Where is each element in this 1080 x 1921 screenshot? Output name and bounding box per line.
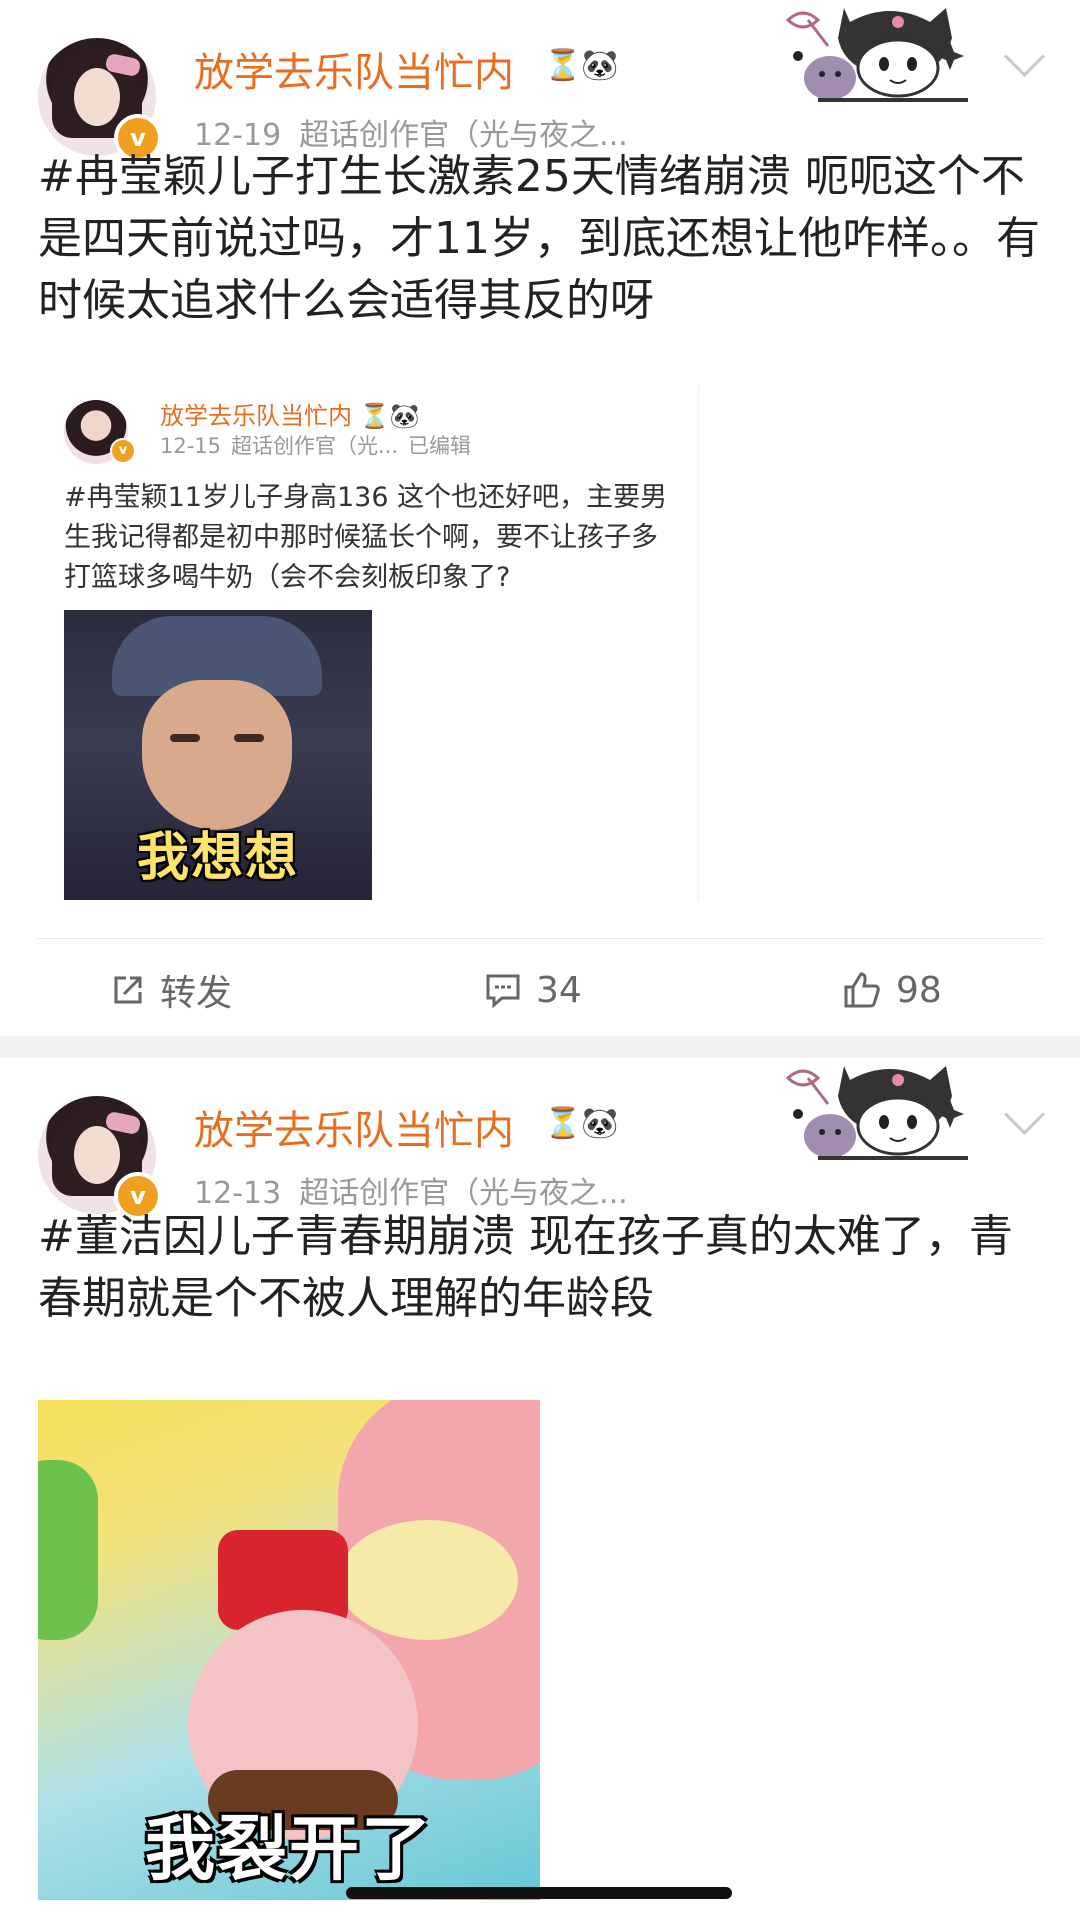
home-indicator[interactable] xyxy=(346,1887,732,1899)
username[interactable]: 放学去乐队当忙内 xyxy=(194,1098,514,1156)
like-button[interactable]: 98 xyxy=(842,960,942,1020)
thumbs-up-icon xyxy=(844,972,880,1008)
comment-count: 34 xyxy=(536,969,582,1011)
weibo-post: v 放学去乐队当忙内 ⏳🐼 12-13 超话创作官（光与夜之... #董洁因儿子青… xyxy=(0,1058,1080,1921)
chevron-down-icon[interactable] xyxy=(1003,1093,1046,1136)
quoted-date: 12-15 xyxy=(160,434,222,458)
username[interactable]: 放学去乐队当忙内 xyxy=(194,40,514,98)
repost-label: 转发 xyxy=(160,973,233,1014)
quoted-source: 超话创作官（光... xyxy=(231,434,399,458)
repost-button[interactable]: 转发 xyxy=(110,960,232,1020)
kuromi-sticker-icon xyxy=(785,8,968,102)
chevron-down-icon[interactable] xyxy=(1003,35,1046,78)
comment-icon xyxy=(486,974,520,1008)
verified-badge: v xyxy=(110,438,136,464)
post-separator xyxy=(0,1036,1080,1058)
quoted-post[interactable]: v 放学去乐队当忙内 ⏳🐼 12-15 超话创作官（光... 已编辑 #冉莹颖11岁… xyxy=(38,386,699,901)
post-image[interactable]: 我裂开了 xyxy=(38,1400,540,1900)
weibo-post: v 放学去乐队当忙内 ⏳🐼 12-19 超话创作官（光与夜之... #冉莹颖儿子打… xyxy=(0,0,1080,1036)
user-badge-icons: ⏳🐼 xyxy=(544,48,619,83)
divider xyxy=(38,938,1042,939)
post-content: #冉莹颖儿子打生长激素25天情绪崩溃 呃呃这个不是四天前说过吗，才11岁，到底还… xyxy=(38,151,1040,326)
user-badge-icons: ⏳🐼 xyxy=(359,402,420,430)
like-count: 98 xyxy=(896,969,942,1011)
share-icon xyxy=(114,976,142,1004)
kuromi-sticker-icon xyxy=(785,1066,968,1160)
user-badge-icons: ⏳🐼 xyxy=(544,1106,619,1141)
quoted-content: #冉莹颖11岁儿子身高136 这个也还好吧，主要男生我记得都是初中那时候猛长个啊… xyxy=(64,482,668,593)
quoted-username[interactable]: 放学去乐队当忙内 ⏳🐼 xyxy=(160,396,419,431)
image-caption: 我裂开了 xyxy=(145,1808,433,1890)
edited-label: 已编辑 xyxy=(408,434,472,458)
comment-button[interactable]: 34 xyxy=(484,960,582,1020)
post-content: #董洁因儿子青春期崩溃 现在孩子真的太难了，青春期就是个不被人理解的年龄段 xyxy=(38,1211,1013,1324)
quoted-meta: 12-15 超话创作官（光... 已编辑 xyxy=(160,430,481,460)
image-caption: 我想想 xyxy=(136,828,299,888)
quoted-image[interactable]: 我想想 xyxy=(64,610,372,900)
